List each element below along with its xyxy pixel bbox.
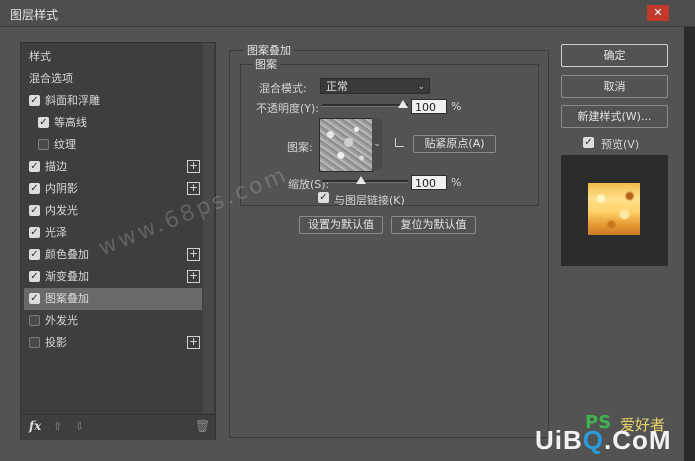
- snap-to-origin-button[interactable]: 贴紧原点(A): [413, 135, 496, 153]
- scale-label: 缩放(S):: [288, 178, 330, 191]
- opacity-label: 不透明度(Y):: [256, 102, 320, 115]
- watermark-uibq-b: .CoM: [604, 425, 672, 455]
- preview-label: 预览(V): [601, 138, 640, 151]
- window-title: 图层样式: [10, 8, 59, 22]
- style-item-blending-options[interactable]: 混合选项: [24, 68, 202, 90]
- style-list-footer: fx ⇧ ⇩ 🗑: [21, 414, 215, 440]
- style-item-styles[interactable]: 样式: [24, 46, 202, 68]
- close-button[interactable]: ✕: [647, 5, 669, 21]
- link-with-layer-label: 与图层链接(K): [334, 194, 405, 207]
- scale-slider-thumb[interactable]: [356, 176, 366, 184]
- watermark-uibq: UiBQ.CoM: [535, 425, 672, 456]
- checkbox-checked-icon[interactable]: ✓: [29, 183, 40, 194]
- blend-mode-label: 混合模式:: [259, 82, 307, 95]
- style-item-bevel-emboss[interactable]: ✓ 斜面和浮雕: [24, 90, 202, 112]
- style-item-label: 光泽: [45, 226, 67, 239]
- style-item-texture[interactable]: 纹理: [24, 134, 202, 156]
- add-effect-icon[interactable]: +: [187, 336, 200, 349]
- add-effect-icon[interactable]: +: [187, 160, 200, 173]
- pattern-subgroup-title: 图案: [252, 56, 280, 72]
- style-item-label: 渐变叠加: [45, 270, 89, 283]
- checkbox-unchecked-icon[interactable]: [29, 315, 40, 326]
- cancel-button[interactable]: 取消: [561, 75, 668, 98]
- opacity-slider-thumb[interactable]: [398, 100, 408, 108]
- move-down-icon[interactable]: ⇩: [75, 420, 84, 433]
- style-item-label: 混合选项: [29, 72, 73, 85]
- checkbox-checked-icon[interactable]: ✓: [29, 227, 40, 238]
- style-item-contour[interactable]: ✓ 等高线: [24, 112, 202, 134]
- style-item-label: 斜面和浮雕: [45, 94, 100, 107]
- style-item-label: 内阴影: [45, 182, 78, 195]
- blend-mode-value: 正常: [326, 80, 348, 93]
- checkbox-checked-icon[interactable]: ✓: [29, 205, 40, 216]
- title-bar: 图层样式 ✕: [0, 0, 695, 27]
- style-item-inner-shadow[interactable]: ✓ 内阴影 +: [24, 178, 202, 200]
- checkbox-checked-icon[interactable]: ✓: [29, 271, 40, 282]
- checkbox-unchecked-icon[interactable]: [38, 139, 49, 150]
- trash-icon[interactable]: 🗑: [195, 419, 210, 433]
- pattern-swatch[interactable]: [319, 118, 373, 172]
- new-preset-icon[interactable]: [395, 138, 404, 147]
- watermark-uibq-o: Q: [582, 425, 605, 455]
- checkbox-checked-icon[interactable]: ✓: [29, 249, 40, 260]
- scale-input[interactable]: 100: [411, 175, 447, 190]
- style-item-label: 等高线: [54, 116, 87, 129]
- checkbox-checked-icon[interactable]: ✓: [29, 161, 40, 172]
- preview-swatch: [588, 183, 640, 235]
- pattern-picker-chevron-icon[interactable]: ⌄: [372, 118, 382, 170]
- checkbox-unchecked-icon[interactable]: [29, 337, 40, 348]
- chevron-down-icon: ⌄: [417, 82, 425, 92]
- opacity-input[interactable]: 100: [411, 99, 447, 114]
- style-item-label: 颜色叠加: [45, 248, 89, 261]
- checkbox-checked-icon[interactable]: ✓: [29, 95, 40, 106]
- scale-unit: %: [451, 176, 462, 189]
- style-item-drop-shadow[interactable]: 投影 +: [24, 332, 202, 354]
- style-item-label: 内发光: [45, 204, 78, 217]
- checkbox-checked-icon[interactable]: ✓: [29, 293, 40, 304]
- link-with-layer-checkbox[interactable]: ✓: [318, 192, 329, 203]
- background-edge: [684, 27, 695, 461]
- style-item-outer-glow[interactable]: 外发光: [24, 310, 202, 332]
- style-item-label: 投影: [45, 336, 67, 349]
- ok-button[interactable]: 确定: [561, 44, 668, 67]
- new-style-button[interactable]: 新建样式(W)...: [561, 105, 668, 128]
- style-item-stroke[interactable]: ✓ 描边 +: [24, 156, 202, 178]
- style-item-label: 图案叠加: [45, 292, 89, 305]
- make-default-button[interactable]: 设置为默认值: [299, 216, 383, 234]
- style-list-scrollbar[interactable]: [203, 43, 214, 413]
- watermark-uibq-a: UiB: [535, 425, 583, 455]
- fx-icon[interactable]: fx: [29, 419, 41, 433]
- style-item-label: 样式: [29, 50, 51, 63]
- preview-checkbox[interactable]: ✓: [583, 137, 594, 148]
- style-item-gradient-overlay[interactable]: ✓ 渐变叠加 +: [24, 266, 202, 288]
- style-item-label: 纹理: [54, 138, 76, 151]
- style-item-label: 外发光: [45, 314, 78, 327]
- blend-mode-select[interactable]: 正常 ⌄: [320, 78, 430, 94]
- add-effect-icon[interactable]: +: [187, 182, 200, 195]
- style-item-label: 描边: [45, 160, 67, 173]
- opacity-unit: %: [451, 100, 462, 113]
- add-effect-icon[interactable]: +: [187, 270, 200, 283]
- pattern-label: 图案:: [287, 141, 313, 154]
- move-up-icon[interactable]: ⇧: [53, 420, 62, 433]
- opacity-slider[interactable]: [322, 104, 408, 107]
- reset-default-button[interactable]: 复位为默认值: [391, 216, 476, 234]
- add-effect-icon[interactable]: +: [187, 248, 200, 261]
- style-item-pattern-overlay[interactable]: ✓ 图案叠加: [24, 288, 202, 310]
- checkbox-checked-icon[interactable]: ✓: [38, 117, 49, 128]
